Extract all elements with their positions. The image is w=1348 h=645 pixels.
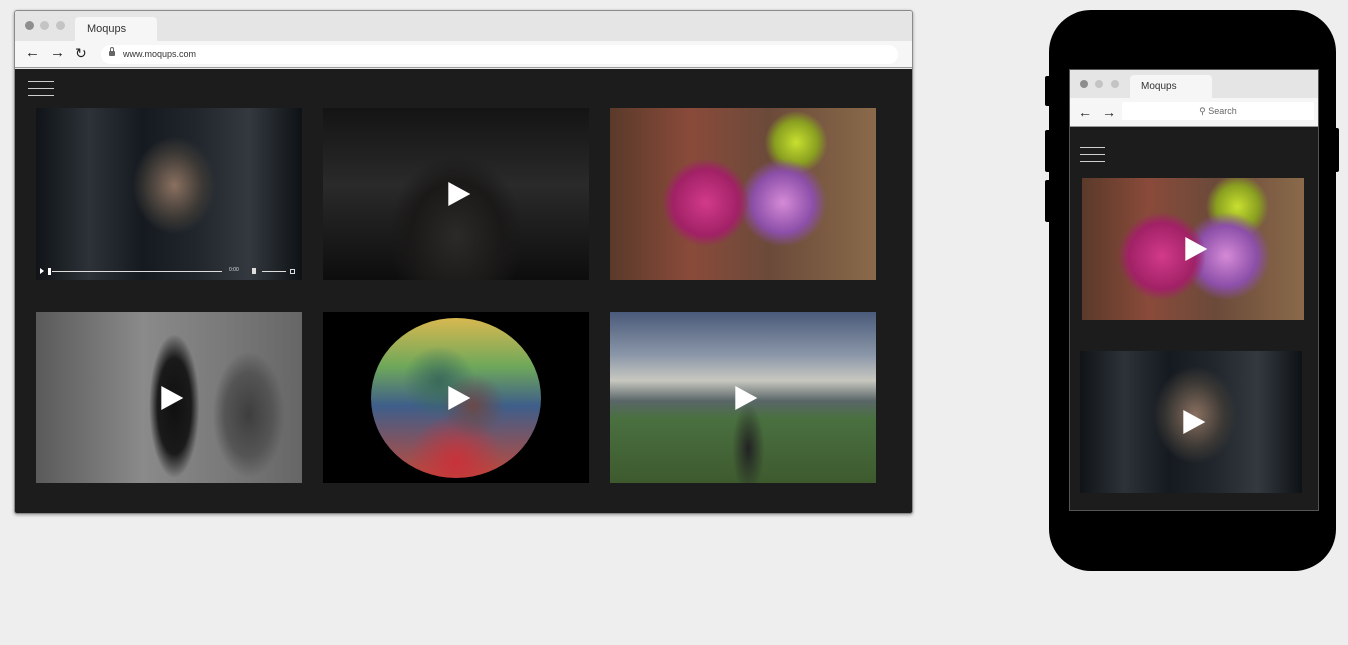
video-thumbnail-3[interactable] [610,108,876,280]
address-bar: ← → ↻ www.moqups.com [15,41,912,68]
phone-screen: Moqups ← → ⚲ Search [1069,69,1319,511]
mobile-browser-tab[interactable]: Moqups [1130,75,1212,98]
back-arrow-icon[interactable]: ← [1078,104,1092,120]
mobile-search-field[interactable]: ⚲ Search [1122,102,1314,120]
search-placeholder: Search [1208,106,1237,116]
mobile-video-thumbnail-1[interactable] [1082,178,1304,320]
video-player-controls: 0:00 [40,267,296,276]
mobile-tab-title: Moqups [1141,81,1177,92]
video-thumbnail-6[interactable] [610,312,876,483]
volume-track[interactable] [262,271,286,272]
video-thumbnail-2[interactable] [323,108,589,280]
window-minimize-dot[interactable] [1095,80,1103,88]
progress-knob[interactable] [48,268,51,275]
play-icon[interactable] [1183,410,1206,434]
reload-icon[interactable]: ↻ [75,45,87,61]
play-icon[interactable] [161,385,184,410]
mobile-video-thumbnail-2[interactable] [1080,351,1302,493]
page-viewport: 0:00 [15,69,912,513]
browser-tab-bar: Moqups [15,11,912,41]
video-thumbnail-4[interactable] [36,312,302,483]
phone-side-button [1332,128,1339,172]
url-field[interactable]: www.moqups.com [101,45,898,64]
play-icon[interactable] [448,182,471,206]
search-icon: ⚲ [1199,106,1206,116]
window-maximize-dot[interactable] [56,21,65,30]
back-arrow-icon[interactable]: ← [25,45,40,61]
window-close-dot[interactable] [25,21,34,30]
lock-icon [109,47,115,56]
play-icon[interactable] [735,385,758,410]
phone-side-button [1045,180,1051,222]
control-play-icon[interactable] [40,268,44,274]
time-readout: 0:00 [229,267,239,273]
progress-track[interactable] [52,271,222,272]
play-icon[interactable] [448,385,471,410]
fullscreen-icon[interactable] [290,269,295,274]
forward-arrow-icon[interactable]: → [50,45,65,61]
mobile-tab-bar: Moqups [1070,70,1318,98]
url-text: www.moqups.com [123,49,197,59]
play-icon[interactable] [1185,237,1208,261]
phone-mockup: Moqups ← → ⚲ Search [1045,10,1339,571]
window-maximize-dot[interactable] [1111,80,1119,88]
phone-side-button [1045,76,1051,106]
mobile-address-bar: ← → ⚲ Search [1070,98,1318,127]
hamburger-menu-icon[interactable] [28,81,54,97]
video-thumbnail-5[interactable] [323,312,589,483]
hamburger-menu-icon[interactable] [1080,147,1105,163]
window-close-dot[interactable] [1080,80,1088,88]
forward-arrow-icon[interactable]: → [1102,104,1116,120]
browser-tab[interactable]: Moqups [75,17,157,41]
video-thumbnail-1[interactable]: 0:00 [36,108,302,280]
browser-tab-title: Moqups [87,23,127,35]
desktop-browser-window: Moqups ← → ↻ www.moqups.com 0:00 [14,10,913,514]
volume-icon[interactable] [252,268,256,274]
window-minimize-dot[interactable] [40,21,49,30]
phone-side-button [1045,130,1051,172]
